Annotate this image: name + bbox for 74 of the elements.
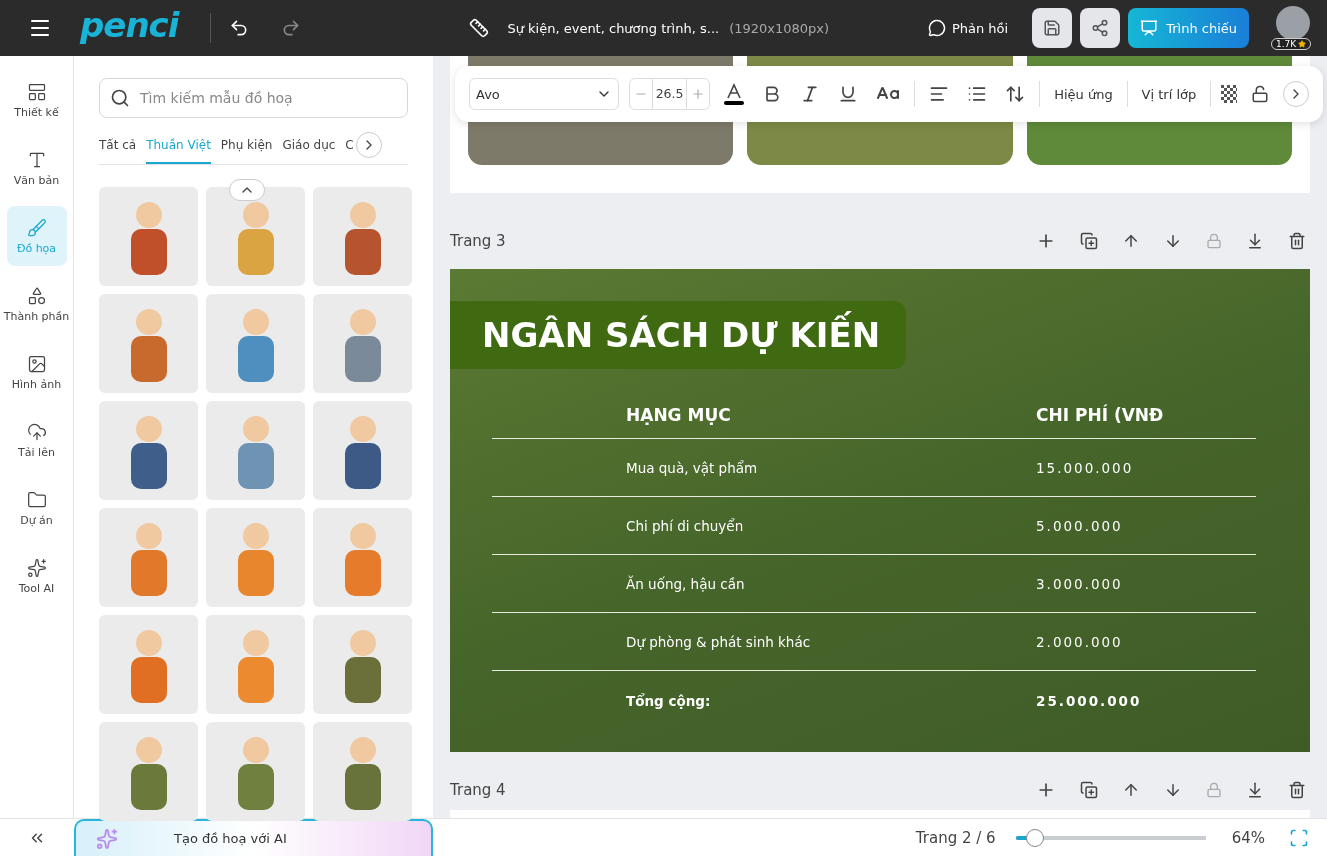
presentation-icon	[1140, 19, 1159, 37]
graphic-item[interactable]	[313, 401, 412, 500]
image-icon	[26, 353, 47, 374]
sidebar-item[interactable]: Thiết kế	[6, 70, 67, 130]
table-cell-text: Ăn uống, hậu cần	[626, 575, 746, 592]
sidebar-item[interactable]: Văn bản	[6, 138, 67, 198]
category-tab[interactable]: Tất cả	[99, 138, 137, 164]
graphic-item[interactable]	[99, 722, 198, 821]
folder-icon	[26, 489, 47, 510]
shapes-icon	[26, 285, 47, 306]
graphic-item[interactable]	[99, 615, 198, 714]
share-icon	[1091, 19, 1110, 37]
graphic-item[interactable]	[206, 401, 305, 500]
graphic-item[interactable]	[99, 401, 198, 500]
save-icon	[1043, 19, 1062, 37]
zoom-value: 64%	[1231, 828, 1265, 847]
page-label: Trang 3	[450, 232, 506, 250]
document-title[interactable]: Sự kiện, event, chương trình, s...	[507, 20, 720, 36]
points-badge: 1.7K	[1271, 38, 1312, 50]
ai-generate-button[interactable]: Tạo đồ hoạ với AI	[74, 819, 433, 856]
graphic-item[interactable]	[313, 722, 412, 821]
table-cell-text: Tổng cộng:	[626, 693, 712, 709]
sidebar-item[interactable]: Dự án	[6, 478, 67, 538]
sidebar-item[interactable]: Tool AI	[6, 546, 67, 606]
table-cell-text: 5.000.000	[1036, 517, 1124, 534]
search-icon	[110, 88, 130, 108]
sparkles-icon	[96, 827, 118, 850]
next-button[interactable]	[355, 132, 382, 158]
table-cell-text: HẠNG MỤC	[626, 404, 732, 425]
graphic-item[interactable]	[313, 508, 412, 607]
brush-icon	[26, 217, 47, 238]
table-cell-text: 2.000.000	[1036, 633, 1124, 650]
share-button[interactable]	[1080, 8, 1121, 48]
zoom-slider-thumb[interactable]	[1025, 828, 1044, 847]
table-cell-text: CHI PHÍ (VNĐ	[1036, 404, 1165, 425]
layout-icon	[26, 81, 47, 102]
graphic-item[interactable]	[99, 187, 198, 286]
slide-title: NGÂN SÁCH DỰ KIẾN	[450, 301, 907, 369]
category-tab[interactable]: Phụ kiện	[220, 138, 273, 164]
sparkles-icon	[26, 557, 47, 578]
table-cell-text: 3.000.000	[1036, 575, 1124, 592]
font-select[interactable]: Avo	[469, 78, 619, 110]
avatar[interactable]	[1276, 6, 1310, 40]
category-tab[interactable]: C	[345, 138, 354, 164]
save-button[interactable]	[1032, 8, 1073, 48]
effects-button[interactable]: Hiệu ứng	[1050, 86, 1117, 102]
category-tab[interactable]: Giáo dục	[282, 138, 336, 164]
page-label: Trang 4	[450, 781, 506, 799]
transparency-icon[interactable]	[1221, 85, 1237, 103]
table-cell-text: 25.000.000	[1036, 693, 1143, 709]
graphic-item[interactable]	[313, 294, 412, 393]
page-indicator: Trang 2 / 6	[915, 828, 996, 847]
document-size: (1920x1080px)	[729, 20, 830, 36]
logo[interactable]: penci	[80, 5, 179, 45]
sidebar-item[interactable]: Tải lên	[6, 410, 67, 470]
layer-button[interactable]: Vị trí lớp	[1137, 86, 1201, 102]
graphic-item[interactable]	[313, 187, 412, 286]
upload-icon	[26, 421, 47, 442]
graphic-item[interactable]	[313, 615, 412, 714]
graphic-item[interactable]	[206, 722, 305, 821]
chat-icon	[927, 19, 946, 37]
present-button[interactable]: Trình chiếu	[1128, 8, 1249, 48]
feedback-button[interactable]: Phản hồi	[921, 18, 1015, 38]
graphic-item[interactable]	[206, 294, 305, 393]
table-cell-text: 15.000.000	[1036, 459, 1135, 476]
graphic-item[interactable]	[99, 294, 198, 393]
graphic-item[interactable]	[99, 508, 198, 607]
table-cell-text: Mua quà, vật phẩm	[626, 459, 759, 476]
table-cell-text: Dự phòng & phát sinh khác	[626, 633, 812, 650]
collapse-button[interactable]	[229, 179, 265, 201]
table-cell-text: Chi phí di chuyển	[626, 517, 745, 534]
sidebar-item[interactable]: Hình ảnh	[6, 342, 67, 402]
search-field[interactable]: Tìm kiếm mẫu đồ hoạ	[99, 78, 408, 118]
next-button[interactable]	[1283, 81, 1309, 107]
